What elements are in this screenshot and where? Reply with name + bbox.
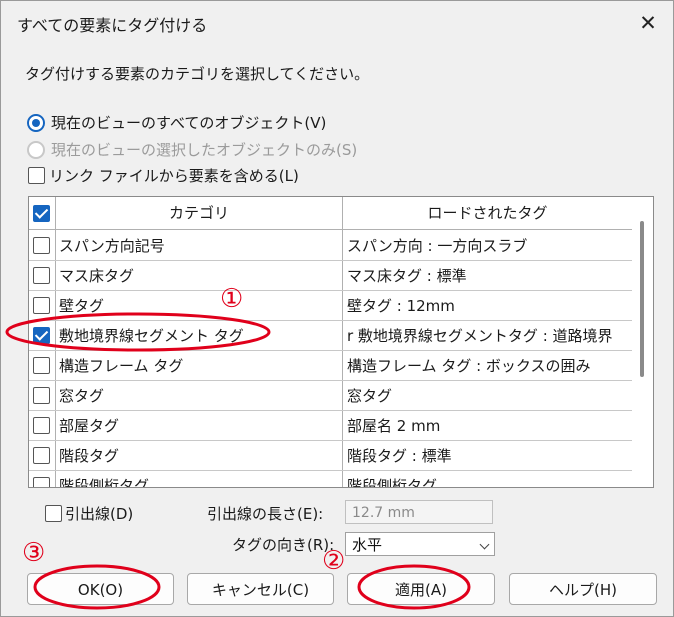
close-icon[interactable]: ✕ xyxy=(637,13,659,35)
radio-all-objects[interactable] xyxy=(27,114,45,132)
row-loaded-tag[interactable]: 階段側桁タグ xyxy=(347,475,437,487)
title-bar: すべての要素にタグ付ける ✕ xyxy=(1,1,673,45)
row-loaded-tag[interactable]: 構造フレーム タグ : ボックスの囲み xyxy=(347,355,590,376)
column-header-loaded-tag[interactable]: ロードされたタグ xyxy=(343,197,632,229)
row-loaded-tag[interactable]: 階段タグ : 標準 xyxy=(347,445,452,466)
table-row[interactable]: スパン方向記号 スパン方向 : 一方向スラブ xyxy=(29,230,632,261)
row-checkbox[interactable] xyxy=(33,267,50,284)
instruction-text: タグ付けする要素のカテゴリを選択してください。 xyxy=(25,65,370,83)
row-category: 壁タグ xyxy=(59,297,105,315)
row-category: 敷地境界線セグメント タグ xyxy=(59,327,244,345)
scrollbar-thumb[interactable] xyxy=(640,221,644,377)
row-checkbox[interactable] xyxy=(33,237,50,254)
table-row[interactable]: 階段側桁タグ 階段側桁タグ xyxy=(29,470,632,488)
column-header-category[interactable]: カテゴリ xyxy=(55,197,343,229)
include-links-label: リンク ファイルから要素を含める(L) xyxy=(49,167,299,185)
include-links-checkbox[interactable] xyxy=(28,167,45,184)
chevron-down-icon xyxy=(479,539,490,550)
select-all-checkbox[interactable] xyxy=(33,205,50,222)
help-button[interactable]: ヘルプ(H) xyxy=(509,573,657,605)
radio-selected-objects-label: 現在のビューの選択したオブジェクトのみ(S) xyxy=(51,141,358,159)
annotation-step-3: ③ xyxy=(22,538,46,568)
radio-selected-objects[interactable] xyxy=(27,141,45,159)
table-row[interactable]: 構造フレーム タグ 構造フレーム タグ : ボックスの囲み xyxy=(29,350,632,381)
row-loaded-tag[interactable]: スパン方向 : 一方向スラブ xyxy=(347,235,527,256)
table-header: カテゴリ ロードされたタグ xyxy=(29,197,632,230)
table-scrollbar[interactable] xyxy=(632,197,652,487)
orientation-label: タグの向き(R): xyxy=(232,536,335,554)
radio-all-objects-label: 現在のビューのすべてのオブジェクト(V) xyxy=(51,114,327,132)
row-category: 階段側桁タグ xyxy=(59,477,150,488)
row-checkbox[interactable] xyxy=(33,417,50,434)
row-checkbox[interactable] xyxy=(33,327,50,344)
table-row[interactable]: 部屋タグ 部屋名 2 mm xyxy=(29,410,632,441)
table-row[interactable]: 階段タグ 階段タグ : 標準 xyxy=(29,440,632,471)
row-category: 部屋タグ xyxy=(59,417,120,435)
row-category: マス床タグ xyxy=(59,267,135,285)
annotation-step-1: ① xyxy=(220,284,244,314)
category-table: カテゴリ ロードされたタグ スパン方向記号 スパン方向 : 一方向スラブ マス床タグ… xyxy=(28,196,654,488)
row-checkbox[interactable] xyxy=(33,357,50,374)
ok-button[interactable]: OK(O) xyxy=(27,573,174,605)
row-category: 階段タグ xyxy=(59,447,120,465)
leader-length-label: 引出線の長さ(E): xyxy=(207,505,324,523)
leader-length-input[interactable]: 12.7 mm xyxy=(345,500,493,524)
annotation-step-2: ② xyxy=(322,546,346,576)
row-loaded-tag[interactable]: 部屋名 2 mm xyxy=(347,415,440,436)
row-loaded-tag[interactable]: r 敷地境界線セグメントタグ : 道路境界 xyxy=(347,325,613,346)
apply-button[interactable]: 適用(A) xyxy=(347,573,495,605)
cancel-button[interactable]: キャンセル(C) xyxy=(187,573,334,605)
row-checkbox[interactable] xyxy=(33,387,50,404)
row-loaded-tag[interactable]: 窓タグ xyxy=(347,385,392,406)
table-row[interactable]: マス床タグ マス床タグ : 標準 xyxy=(29,260,632,291)
table-row[interactable]: 窓タグ 窓タグ xyxy=(29,380,632,411)
row-category: スパン方向記号 xyxy=(59,237,165,255)
row-loaded-tag[interactable]: 壁タグ : 12mm xyxy=(347,295,455,316)
orientation-select[interactable]: 水平 xyxy=(345,532,495,556)
row-checkbox[interactable] xyxy=(33,477,50,487)
row-category: 窓タグ xyxy=(59,387,105,405)
row-checkbox[interactable] xyxy=(33,297,50,314)
orientation-value: 水平 xyxy=(352,536,383,554)
leader-checkbox[interactable] xyxy=(45,505,62,522)
leader-label: 引出線(D) xyxy=(65,505,134,523)
window-title: すべての要素にタグ付ける xyxy=(17,16,208,35)
dialog-window: すべての要素にタグ付ける ✕ タグ付けする要素のカテゴリを選択してください。 現… xyxy=(0,0,674,617)
table-row[interactable]: 壁タグ 壁タグ : 12mm xyxy=(29,290,632,321)
row-category: 構造フレーム タグ xyxy=(59,357,184,375)
table-row[interactable]: 敷地境界線セグメント タグ r 敷地境界線セグメントタグ : 道路境界 xyxy=(29,320,632,351)
row-checkbox[interactable] xyxy=(33,447,50,464)
row-loaded-tag[interactable]: マス床タグ : 標準 xyxy=(347,265,467,286)
